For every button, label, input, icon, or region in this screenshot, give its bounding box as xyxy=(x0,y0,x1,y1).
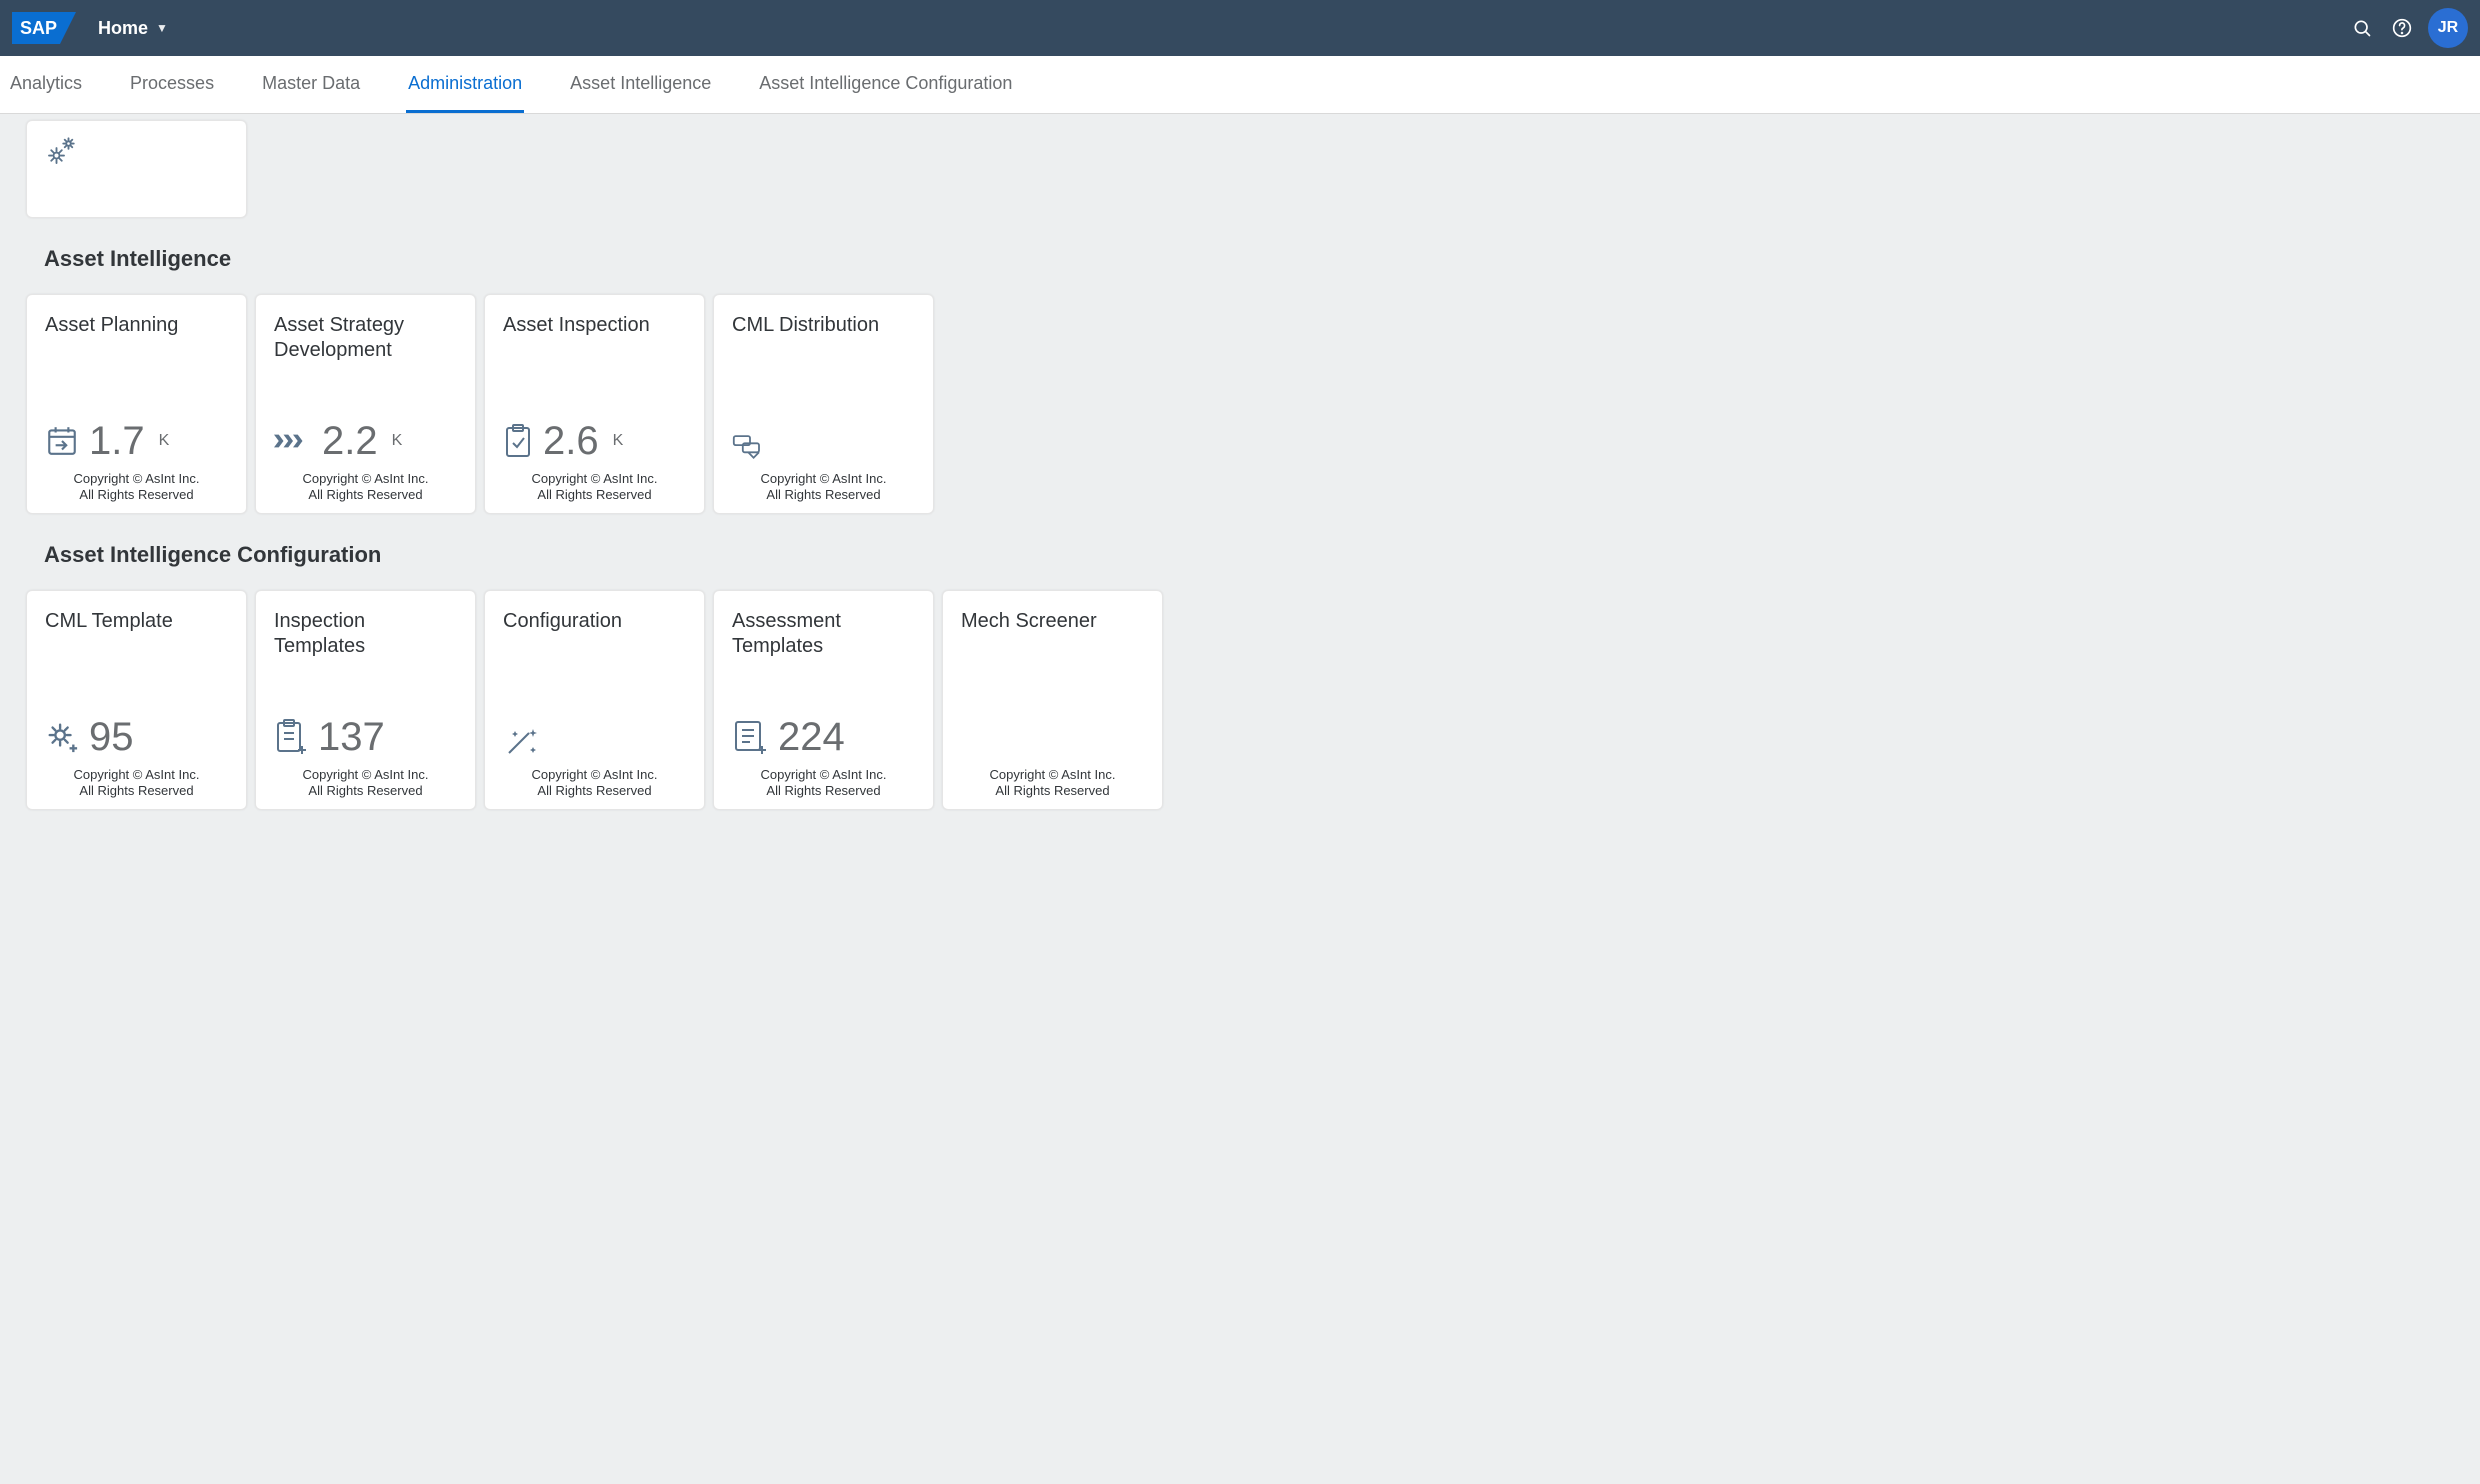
kpi-value: 1.7 xyxy=(89,421,145,461)
nav-tabs: Analytics Processes Master Data Administ… xyxy=(0,56,2480,114)
chevrons-icon xyxy=(274,429,312,453)
tile-title: Assessment Templates xyxy=(732,609,915,661)
tile-title: Configuration xyxy=(503,609,686,661)
wand-icon xyxy=(503,725,539,757)
clipboard-plus-icon xyxy=(274,718,308,756)
tile-title: Inspection Templates xyxy=(274,609,457,661)
home-dropdown[interactable]: Home ▼ xyxy=(98,18,168,39)
avatar[interactable]: JR xyxy=(2428,8,2468,48)
tile-footer: Copyright © AsInt Inc. All Rights Reserv… xyxy=(961,767,1144,800)
home-title: Home xyxy=(98,18,148,39)
tile-asset-planning[interactable]: Asset Planning 1.7 K Copyright © AsInt I… xyxy=(26,294,247,514)
kpi-unit: K xyxy=(613,432,624,450)
section-title-ai: Asset Intelligence xyxy=(44,246,2454,272)
kpi-value: 95 xyxy=(89,717,134,757)
doc-plus-icon xyxy=(732,718,768,756)
tile-asset-inspection[interactable]: Asset Inspection 2.6 K Copyright © AsInt… xyxy=(484,294,705,514)
previous-section-partial xyxy=(26,120,2454,218)
section-title-aic: Asset Intelligence Configuration xyxy=(44,542,2454,568)
tile-configuration[interactable]: Configuration Copyright © AsInt Inc. All… xyxy=(484,590,705,810)
tile-title: CML Template xyxy=(45,609,228,661)
tile-title: Asset Strategy Development xyxy=(274,313,457,365)
tile-footer: Copyright © AsInt Inc. All Rights Reserv… xyxy=(45,767,228,800)
tab-analytics[interactable]: Analytics xyxy=(8,56,84,113)
tab-asset-intelligence[interactable]: Asset Intelligence xyxy=(568,56,713,113)
tab-asset-intelligence-config[interactable]: Asset Intelligence Configuration xyxy=(757,56,1014,113)
tile-footer: Copyright © AsInt Inc. All Rights Reserv… xyxy=(503,767,686,800)
shield-label-icon xyxy=(732,431,768,461)
tile-footer: Copyright © AsInt Inc. All Rights Reserv… xyxy=(274,767,457,800)
gear-plus-icon xyxy=(45,720,79,754)
tile-footer: Copyright © AsInt Inc. All Rights Reserv… xyxy=(45,471,228,504)
search-button[interactable] xyxy=(2342,8,2382,48)
kpi-value: 2.6 xyxy=(543,421,599,461)
clipboard-check-icon xyxy=(503,423,533,459)
tile-asset-strategy-dev[interactable]: Asset Strategy Development 2.2 K Copyrig… xyxy=(255,294,476,514)
search-icon xyxy=(2352,18,2372,38)
tab-administration[interactable]: Administration xyxy=(406,56,524,113)
tiles-asset-intelligence-config: CML Template xyxy=(26,590,2454,810)
chevron-down-icon: ▼ xyxy=(156,21,168,35)
partial-tile[interactable] xyxy=(26,120,247,218)
tile-cml-template[interactable]: CML Template xyxy=(26,590,247,810)
sap-logo: SAP xyxy=(12,12,76,44)
tiles-asset-intelligence: Asset Planning 1.7 K Copyright © AsInt I… xyxy=(26,294,2454,514)
kpi-value: 137 xyxy=(318,717,385,757)
kpi-unit: K xyxy=(159,432,170,450)
svg-text:SAP: SAP xyxy=(20,18,57,38)
kpi-unit: K xyxy=(392,432,403,450)
tile-assessment-templates[interactable]: Assessment Templates 224 Copyright © AsI… xyxy=(713,590,934,810)
tile-title: Asset Planning xyxy=(45,313,228,365)
tab-processes[interactable]: Processes xyxy=(128,56,216,113)
tile-footer: Copyright © AsInt Inc. All Rights Reserv… xyxy=(732,471,915,504)
help-icon xyxy=(2392,18,2412,38)
tile-mech-screener[interactable]: Mech Screener Copyright © AsInt Inc. All… xyxy=(942,590,1163,810)
tile-footer: Copyright © AsInt Inc. All Rights Reserv… xyxy=(732,767,915,800)
shell-header: SAP Home ▼ JR xyxy=(0,0,2480,56)
kpi-value: 2.2 xyxy=(322,421,378,461)
content-area: Asset Intelligence Asset Planning 1.7 K … xyxy=(0,120,2480,850)
tile-title: CML Distribution xyxy=(732,313,915,365)
kpi-value: 224 xyxy=(778,717,845,757)
tile-footer: Copyright © AsInt Inc. All Rights Reserv… xyxy=(274,471,457,504)
tile-inspection-templates[interactable]: Inspection Templates 137 Copyright © AsI… xyxy=(255,590,476,810)
tile-title: Mech Screener xyxy=(961,609,1144,661)
help-button[interactable] xyxy=(2382,8,2422,48)
tile-cml-distribution[interactable]: CML Distribution Copyright © AsInt Inc. … xyxy=(713,294,934,514)
gears-icon xyxy=(43,133,79,174)
tile-title: Asset Inspection xyxy=(503,313,686,365)
tab-master-data[interactable]: Master Data xyxy=(260,56,362,113)
tile-footer: Copyright © AsInt Inc. All Rights Reserv… xyxy=(503,471,686,504)
calendar-arrow-icon xyxy=(45,424,79,458)
